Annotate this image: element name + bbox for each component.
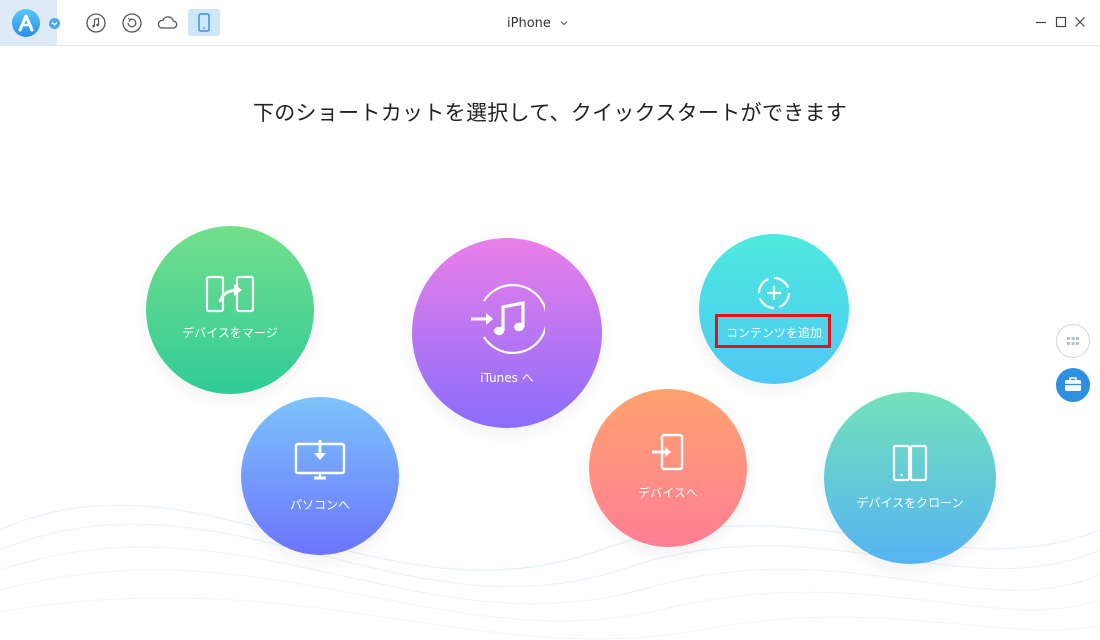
merge-devices-button[interactable]: デバイスをマージ (146, 226, 314, 394)
computer-download-icon (294, 440, 346, 480)
add-content-icon (757, 276, 791, 310)
clone-device-button[interactable]: デバイスをクローン (824, 392, 996, 564)
toolbox-button[interactable] (1056, 368, 1090, 402)
itunes-transfer-button[interactable]: iTunes へ (412, 238, 602, 428)
highlight-box (715, 314, 831, 348)
backup-icon[interactable] (120, 11, 144, 35)
apps-grid-icon (1067, 337, 1079, 345)
device-selector[interactable]: iPhone (507, 13, 569, 33)
maximize-icon[interactable] (1054, 15, 1068, 29)
music-icon[interactable] (84, 11, 108, 35)
logo-area[interactable] (0, 0, 60, 45)
apps-grid-button[interactable] (1056, 324, 1090, 358)
title-bar: iPhone (0, 0, 1100, 46)
to-device-label: デバイスへ (638, 486, 698, 500)
chevron-down-icon[interactable] (49, 18, 60, 29)
merge-devices-label: デバイスをマージ (182, 326, 278, 340)
to-computer-label: パソコンへ (289, 498, 350, 512)
itunes-transfer-label: iTunes へ (480, 371, 534, 385)
minimize-icon[interactable] (1034, 15, 1048, 29)
cloud-icon[interactable] (155, 11, 179, 35)
add-content-button[interactable]: コンテンツを追加 (699, 234, 849, 384)
device-name: iPhone (507, 15, 551, 31)
merge-devices-icon (205, 275, 255, 313)
close-icon[interactable] (1073, 15, 1087, 29)
phone-import-icon (652, 433, 684, 471)
chevron-down-icon (560, 21, 568, 26)
page-heading: 下のショートカットを選択して、クイックスタートができます (252, 101, 848, 125)
to-computer-button[interactable]: パソコンへ (241, 397, 399, 555)
itunes-transfer-icon (471, 283, 545, 355)
clone-device-label: デバイスをクローン (856, 496, 964, 510)
to-device-button[interactable]: デバイスへ (589, 389, 747, 547)
anytrans-logo-icon[interactable] (12, 9, 40, 37)
toolbox-icon (1065, 377, 1081, 391)
clone-device-icon (892, 444, 928, 482)
phone-icon[interactable] (188, 9, 220, 36)
